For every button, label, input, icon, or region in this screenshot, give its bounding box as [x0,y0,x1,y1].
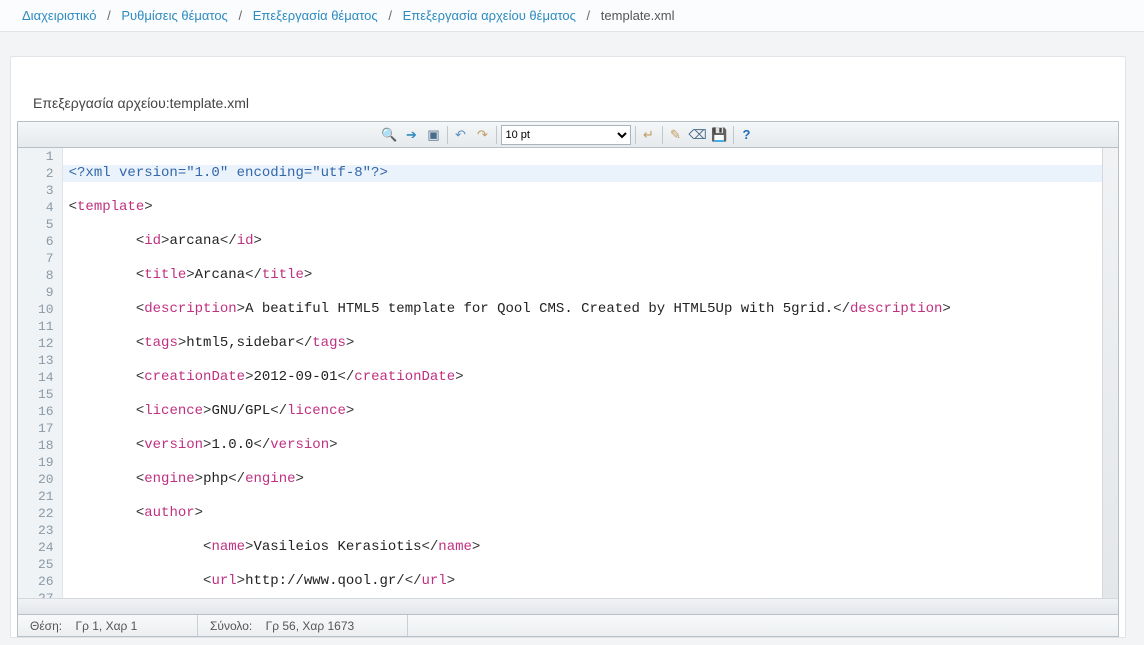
status-bar: Θέση: Γρ 1, Χαρ 1 Σύνολο: Γρ 56, Χαρ 167… [18,614,1118,636]
fullscreen-icon[interactable]: ▣ [425,126,443,144]
breadcrumb-theme-settings[interactable]: Ρυθμίσεις θέματος [121,8,227,23]
redo-icon[interactable]: ↷ [474,126,492,144]
code-editor: 🔍 ➔ ▣ ↶ ↷ 10 pt ↵ ✎ ⌫ 💾 ? 12345678910111… [17,121,1119,637]
undo-icon[interactable]: ↶ [452,126,470,144]
breadcrumb-admin[interactable]: Διαχειριστικό [22,8,97,23]
status-position: Θέση: Γρ 1, Χαρ 1 [18,615,198,636]
breadcrumb-sep: / [107,8,111,23]
editor-toolbar: 🔍 ➔ ▣ ↶ ↷ 10 pt ↵ ✎ ⌫ 💾 ? [18,122,1118,148]
breadcrumb-sep: / [587,8,591,23]
toolbar-separator [733,126,734,144]
save-icon[interactable]: 💾 [711,126,729,144]
goto-line-icon[interactable]: ➔ [403,126,421,144]
status-total: Σύνολο: Γρ 56, Χαρ 1673 [198,615,408,636]
highlight-icon[interactable]: ✎ [667,126,685,144]
toolbar-separator [496,126,497,144]
breadcrumb-sep: / [238,8,242,23]
breadcrumb: Διαχειριστικό / Ρυθμίσεις θέματος / Επεξ… [0,0,1144,32]
line-number-gutter: 1234567891011121314151617181920212223242… [18,148,63,598]
page-title: Επεξεργασία αρχείου:template.xml [11,57,1125,121]
breadcrumb-edit-theme[interactable]: Επεξεργασία θέματος [253,8,378,23]
breadcrumb-edit-theme-file[interactable]: Επεξεργασία αρχείου θέματος [403,8,576,23]
help-icon[interactable]: ? [738,126,756,144]
toolbar-separator [662,126,663,144]
find-icon[interactable]: 🔍 [381,126,399,144]
toolbar-separator [635,126,636,144]
eraser-icon[interactable]: ⌫ [689,126,707,144]
breadcrumb-current: template.xml [601,8,675,23]
breadcrumb-sep: / [388,8,392,23]
scrollbar-horizontal[interactable] [18,598,1118,614]
scrollbar-vertical[interactable] [1102,148,1118,598]
toolbar-separator [447,126,448,144]
fontsize-select[interactable]: 10 pt [501,125,631,145]
code-content[interactable]: <?xml version="1.0" encoding="utf-8"?> <… [63,148,1102,598]
code-area[interactable]: 1234567891011121314151617181920212223242… [18,148,1118,598]
wrap-icon[interactable]: ↵ [640,126,658,144]
